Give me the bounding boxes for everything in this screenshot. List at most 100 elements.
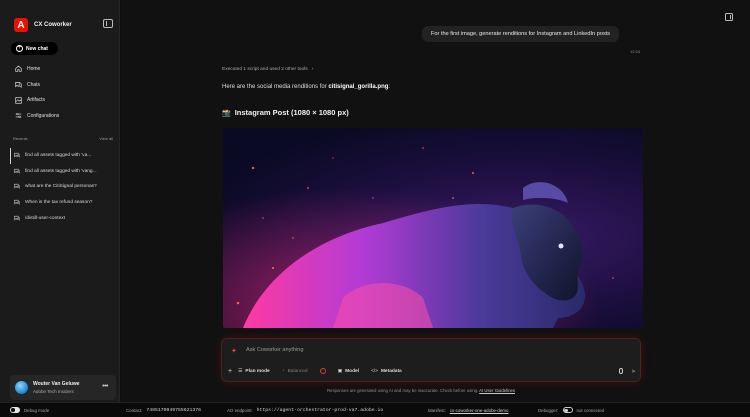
recent-chat-item[interactable]: what are the CitiSignal personas? (10, 179, 115, 195)
assistant-intro: Here are the social media renditions for… (222, 84, 390, 90)
more-options-icon[interactable]: ••• (102, 383, 108, 390)
sidebar-item-label: Home (27, 65, 41, 72)
user-profile-card[interactable]: Wouter Van Geluwe Adobe Tech Insiders ••… (10, 375, 116, 400)
status-footer: Debug mode Contact: 7485170949755621376 … (0, 402, 750, 417)
recents-list: find all assets tagged with 'va... find … (10, 148, 115, 226)
recent-chat-label: When is the tax refund season? (25, 200, 93, 206)
recent-chat-item[interactable]: When is the tax refund season? (10, 195, 115, 211)
microphone-icon[interactable] (618, 368, 623, 374)
recents-title: Recents (13, 136, 28, 141)
endpoint-value: https://agent-orchestrator-prod-va7.adob… (256, 407, 384, 413)
intro-suffix: : (388, 84, 391, 90)
user-name: Wouter Van Geluwe (33, 381, 80, 387)
collapse-sidebar-icon[interactable] (103, 19, 113, 28)
debugger-label: Debugger: (538, 407, 559, 413)
balanced-label: Balanced (287, 368, 308, 374)
chat-input[interactable] (246, 345, 626, 355)
plan-mode-button[interactable]: ☰ Plan mode (238, 369, 270, 374)
plus-circle-icon: + (16, 45, 23, 52)
new-chat-button[interactable]: + New chat (11, 42, 58, 55)
section-heading-text: Instagram Post (1080 × 1080 px) (234, 108, 349, 117)
sidebar-item-label: Artifacts (27, 97, 46, 104)
balanced-button[interactable]: ◔ Balanced (282, 369, 308, 374)
recent-chat-label: what are the CitiSignal personas? (25, 184, 97, 190)
sliders-icon (15, 112, 22, 119)
app-title: CX Coworker (34, 22, 72, 28)
brand: A CX Coworker (14, 18, 72, 32)
endpoint-label: AO endpoint: (227, 407, 253, 413)
debug-mode-toggle-group: Debug mode (10, 407, 49, 413)
contact-info: Contact: 7485170949755621376 (126, 408, 201, 413)
model-button[interactable]: ▣ Model (338, 369, 359, 374)
message-timestamp: 12:24 (630, 49, 641, 54)
metadata-button[interactable]: </> Metadata (371, 369, 402, 374)
sidebar-item-label: Configurations (27, 112, 60, 119)
send-icon[interactable]: ➤ (631, 368, 636, 375)
tool-execution-label: Executed 1 script and used 2 other tools (222, 67, 308, 72)
toggle-panel-icon[interactable] (725, 13, 733, 21)
chevron-right-icon: › (311, 67, 314, 72)
user-message-bubble: For the first image, generate renditions… (422, 26, 620, 42)
contact-label: Contact: (126, 407, 143, 413)
view-all-link[interactable]: View all (99, 136, 113, 141)
manifest-link[interactable]: cx-coworker-one-adobe-demo (450, 408, 509, 413)
chats-icon (15, 81, 22, 89)
intro-prefix: Here are the social media renditions for (222, 84, 329, 90)
new-chat-label: New chat (26, 45, 48, 52)
add-attachment-icon[interactable]: + (228, 368, 232, 375)
artifacts-icon (15, 97, 22, 104)
chat-bubble-icon (14, 152, 21, 159)
sidebar: A CX Coworker + New chat Home Chats Arti… (0, 0, 120, 402)
debug-mode-label: Debug mode (24, 407, 50, 413)
tool-execution-summary[interactable]: Executed 1 script and used 2 other tools… (222, 67, 313, 72)
plan-mode-label: Plan mode (245, 368, 270, 374)
sidebar-item-artifacts[interactable]: Artifacts (15, 92, 59, 108)
recents-header: Recents View all (13, 136, 113, 141)
sidebar-item-chats[interactable]: Chats (15, 77, 59, 93)
intro-filename: citisignal_gorilla.png (328, 84, 389, 90)
camera-icon: 📸 (222, 109, 231, 117)
gauge-icon: ◔ (281, 368, 285, 374)
recent-chat-label: find all assets tagged with 'vang... (25, 168, 97, 174)
list-icon: ☰ (238, 368, 243, 374)
home-icon (15, 65, 22, 72)
gorilla-rendition-image[interactable] (223, 128, 643, 328)
debugger-status: not connected (576, 407, 605, 413)
sparkle-icon: ✦ (231, 348, 237, 355)
debugger-toggle[interactable] (562, 407, 573, 413)
endpoint-info: AO endpoint: https://agent-orchestrator-… (227, 408, 383, 413)
recent-chat-item[interactable]: find all assets tagged with 'vang... (10, 164, 115, 180)
sidebar-item-home[interactable]: Home (15, 61, 59, 77)
manifest-info: Manifest: cx-coworker-one-adobe-demo (428, 408, 508, 413)
debugger-info: Debugger: not connected (538, 407, 604, 413)
sidebar-item-label: Chats (27, 81, 41, 88)
disclaimer-text: Responses are generated using AI and may… (327, 388, 479, 393)
ai-disclaimer: Responses are generated using AI and may… (327, 388, 515, 393)
code-icon: </> (371, 368, 378, 374)
section-heading: 📸 Instagram Post (1080 × 1080 px) (222, 108, 349, 117)
recent-chat-label: /distill-user-context (25, 215, 65, 221)
adobe-logo-icon: A (14, 18, 28, 32)
user-org: Adobe Tech Insiders (33, 389, 74, 394)
chat-bubble-icon (14, 168, 21, 175)
avatar (15, 381, 28, 394)
recent-chat-label: find all assets tagged with 'va... (25, 153, 92, 159)
metadata-label: Metadata (380, 368, 402, 374)
model-icon: ▣ (337, 368, 343, 374)
debug-mode-toggle[interactable] (10, 407, 20, 413)
manifest-label: Manifest: (428, 407, 446, 413)
contact-value: 7485170949755621376 (146, 407, 202, 413)
model-label: Model (345, 368, 359, 374)
record-icon[interactable] (319, 368, 326, 374)
recent-chat-item[interactable]: /distill-user-context (10, 210, 115, 226)
gorilla-illustration (223, 128, 643, 328)
chat-bubble-icon (14, 215, 21, 222)
chat-composer: ✦ + ☰ Plan mode ◔ Balanced ▣ Model </> M… (221, 338, 641, 382)
composer-toolbar: + ☰ Plan mode ◔ Balanced ▣ Model </> Met… (228, 366, 636, 376)
ai-guidelines-link[interactable]: AI User Guidelines (479, 388, 515, 393)
sidebar-item-configurations[interactable]: Configurations (15, 108, 59, 124)
user-info: Wouter Van Geluwe Adobe Tech Insiders (33, 381, 80, 394)
chat-bubble-icon (14, 199, 21, 206)
composer-right-tools: ➤ (618, 368, 636, 375)
recent-chat-item[interactable]: find all assets tagged with 'va... (10, 148, 115, 164)
